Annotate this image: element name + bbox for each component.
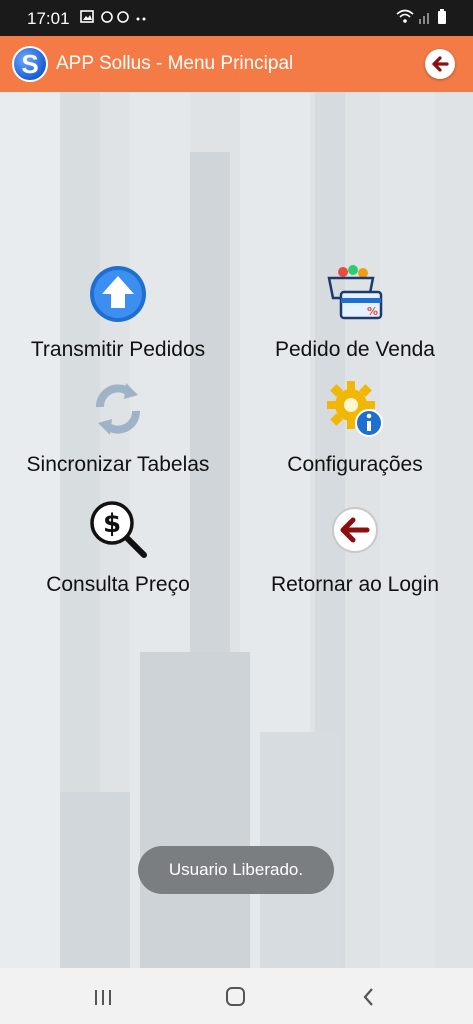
price-search-icon: $ — [86, 497, 150, 561]
home-button[interactable] — [221, 982, 251, 1012]
system-status-icons — [395, 8, 449, 31]
menu-label-transmit: Transmitir Pedidos — [30, 338, 206, 361]
app-bar: S APP Sollus - Menu Principal — [0, 36, 473, 92]
back-arrow-icon — [323, 497, 387, 561]
menu-label-return-login: Retornar ao Login — [270, 573, 440, 596]
upload-icon — [86, 262, 150, 326]
page-title: APP Sollus - Menu Principal — [56, 53, 294, 74]
system-back-button[interactable] — [354, 982, 384, 1012]
back-chevron-icon — [363, 988, 373, 1006]
notification-icons — [80, 9, 150, 28]
recent-apps-button[interactable] — [88, 982, 118, 1012]
shopping-basket-card-icon: % — [323, 262, 387, 326]
menu-item-transmit-orders[interactable]: Transmitir Pedidos — [0, 262, 236, 362]
menu-label-price-lookup: Consulta Preço — [46, 573, 190, 596]
notification-icons-svg — [80, 10, 146, 23]
menu-item-price-lookup[interactable]: $ Consulta Preço — [0, 497, 236, 597]
recent-apps-icon — [95, 990, 111, 1005]
system-nav-bar — [0, 968, 473, 1024]
menu-item-return-login[interactable]: Retornar ao Login — [237, 497, 473, 597]
logo-letter: S — [21, 49, 39, 79]
menu-item-sales-order[interactable]: % Pedido de Venda — [237, 262, 473, 362]
gear-info-icon — [323, 377, 387, 441]
menu-label-settings: Configurações — [287, 453, 423, 476]
status-time: 17:01 — [27, 9, 70, 28]
svg-text:%: % — [367, 305, 378, 318]
back-arrow-icon — [432, 56, 449, 72]
toast-message: Usuario Liberado. — [138, 846, 334, 894]
status-bar: 17:01 — [0, 0, 473, 36]
home-icon — [226, 987, 245, 1006]
menu-item-settings[interactable]: Configurações — [237, 377, 473, 477]
wifi-signal-battery-icons — [396, 9, 446, 24]
back-button[interactable] — [425, 49, 455, 79]
menu-label-sync: Sincronizar Tabelas — [26, 453, 210, 476]
menu-label-sales-order: Pedido de Venda — [275, 338, 435, 361]
svg-text:$: $ — [103, 509, 121, 539]
app-logo-icon: S — [12, 46, 48, 82]
sync-icon — [86, 377, 150, 441]
menu-item-sync-tables[interactable]: Sincronizar Tabelas — [0, 377, 236, 477]
